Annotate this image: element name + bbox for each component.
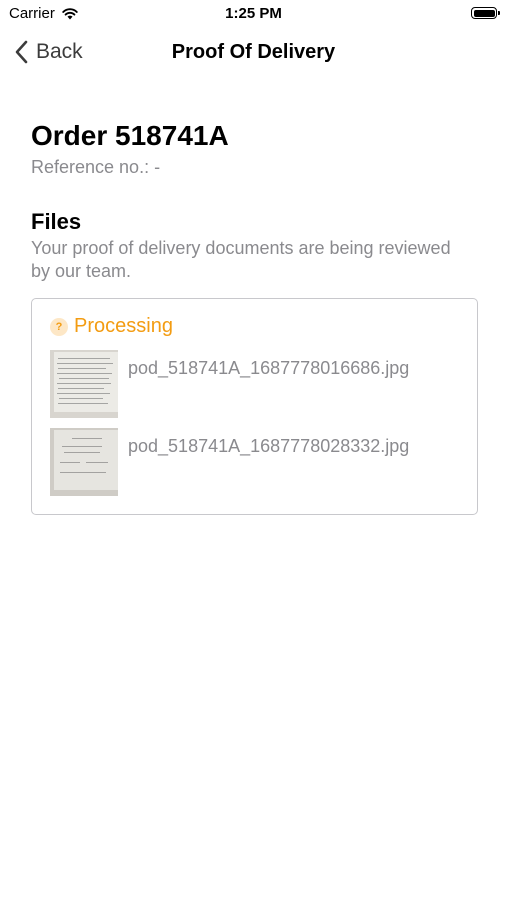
reference-number: Reference no.: -	[31, 157, 161, 177]
battery-icon	[471, 7, 500, 19]
files-heading: Files	[31, 209, 82, 234]
status-label: Processing	[74, 315, 173, 337]
status-badge: ? Processing	[50, 315, 459, 338]
file-name[interactable]: pod_518741A_1687778028332.jpg	[128, 436, 409, 457]
file-item[interactable]: pod_518741A_1687778016686.jpg	[50, 350, 459, 418]
file-item[interactable]: pod_518741A_1687778028332.jpg	[50, 428, 459, 496]
order-title: Order 518741A	[31, 120, 229, 151]
page-title: Proof Of Delivery	[171, 41, 336, 63]
file-name[interactable]: pod_518741A_1687778016686.jpg	[128, 358, 409, 379]
files-card: ? Processing pod_518741A_1687778016686.j…	[31, 298, 478, 515]
files-description: Your proof of delivery documents are bei…	[31, 238, 451, 281]
navigation-bar: Back Proof Of Delivery	[0, 28, 507, 78]
file-thumbnail[interactable]	[50, 350, 118, 418]
file-thumbnail[interactable]	[50, 428, 118, 496]
status-time: 1:25 PM	[225, 5, 282, 22]
status-bar: Carrier 1:25 PM	[0, 0, 507, 28]
question-icon: ?	[50, 317, 68, 336]
main-content: Order 518741A Reference no.: - Files You…	[31, 118, 478, 515]
